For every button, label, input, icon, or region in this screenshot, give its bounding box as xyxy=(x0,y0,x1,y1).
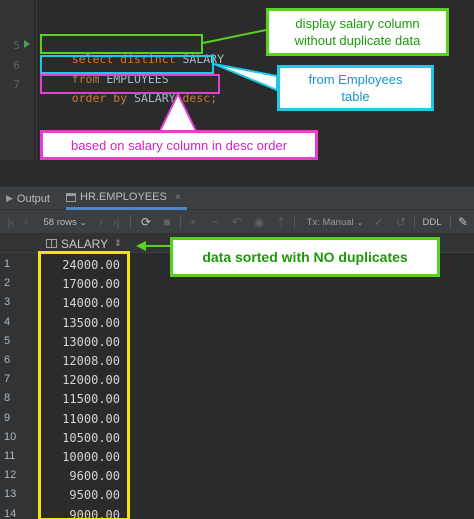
row-number: 2 xyxy=(4,277,11,290)
row-number: 9 xyxy=(4,411,11,424)
run-gutter-icon[interactable] xyxy=(24,40,30,48)
panel-separator xyxy=(0,160,474,186)
row-number: 7 xyxy=(4,373,11,386)
commit-icon[interactable]: ✓ xyxy=(372,214,386,230)
last-page-icon[interactable]: ›| xyxy=(109,214,123,230)
line-number: 6 xyxy=(13,59,20,72)
rows-count-label: 58 rows xyxy=(43,216,77,228)
delete-row-icon[interactable]: − xyxy=(208,214,222,230)
line-number: 7 xyxy=(13,78,20,91)
eye-icon[interactable]: ◉ xyxy=(252,214,266,230)
toolbar-divider xyxy=(294,215,295,229)
column-icon xyxy=(46,239,57,248)
row-number: 12 xyxy=(4,469,17,482)
from-callout: from Employees table xyxy=(277,65,434,111)
results-toolbar: |‹ ‹ 58 rows ⌄ › ›| ⟳ ■ + − ↶ ◉ ⇡ Tx: Ma… xyxy=(0,210,474,234)
order-callout: based on salary column in desc order xyxy=(40,130,318,160)
row-number: 13 xyxy=(4,488,17,501)
row-number: 5 xyxy=(4,334,11,347)
column-header-label: SALARY xyxy=(61,236,109,251)
tab-hr-employees[interactable]: HR.EMPLOYEES × xyxy=(66,187,187,210)
salary-column-highlight xyxy=(38,251,130,519)
result-callout-text: data sorted with NO duplicates xyxy=(202,248,408,265)
first-page-icon[interactable]: |‹ xyxy=(4,214,18,230)
refresh-icon[interactable]: ⟳ xyxy=(138,214,154,230)
row-number: 10 xyxy=(4,430,17,443)
tx-mode-dropdown[interactable]: Tx: Manual ⌄ xyxy=(304,214,366,230)
toolbar-divider xyxy=(414,215,415,229)
toolbar-divider xyxy=(180,215,181,229)
table-icon xyxy=(66,192,76,202)
sort-icon[interactable]: ⇕ xyxy=(114,238,122,249)
chevron-down-icon: ⌄ xyxy=(356,217,364,227)
select-callout-text: display salary column without duplicate … xyxy=(294,16,421,48)
order-highlight-box xyxy=(40,74,220,94)
line-number: 5 xyxy=(13,39,20,52)
results-grid: SALARY ⇕ 1 24000.00 2 17000.00 3 14000.00 4 135… xyxy=(0,234,474,519)
row-number: 11 xyxy=(4,450,16,462)
toolbar-divider xyxy=(450,215,451,229)
from-highlight-box xyxy=(40,55,214,74)
row-number: 8 xyxy=(4,392,11,405)
stop-icon[interactable]: ■ xyxy=(160,214,174,230)
row-number: 4 xyxy=(4,315,11,328)
tx-mode-label: Tx: Manual xyxy=(306,216,354,228)
pin-icon[interactable]: ✎ xyxy=(456,214,470,230)
revert-icon[interactable]: ↶ xyxy=(230,214,244,230)
row-number: 3 xyxy=(4,296,11,309)
rows-count-dropdown[interactable]: 58 rows ⌄ xyxy=(40,214,90,230)
tab-output-label: Output xyxy=(16,192,50,205)
select-callout: display salary column without duplicate … xyxy=(266,8,449,56)
previous-page-icon[interactable]: ‹ xyxy=(20,214,32,230)
toolbar-divider xyxy=(130,215,131,229)
output-icon: ▶ xyxy=(6,193,13,203)
tab-output[interactable]: ▶ Output xyxy=(6,187,50,210)
ddl-button[interactable]: DDL xyxy=(420,214,444,230)
editor-divider xyxy=(36,0,37,160)
editor-gutter: 5 6 7 xyxy=(0,0,34,160)
submit-icon[interactable]: ⇡ xyxy=(274,214,288,230)
close-icon[interactable]: × xyxy=(175,192,181,203)
row-number: 1 xyxy=(4,258,11,270)
rollback-icon[interactable]: ↺ xyxy=(394,214,408,230)
row-number: 14 xyxy=(4,507,17,519)
results-tabbar: ▶ Output HR.EMPLOYEES × xyxy=(0,186,474,210)
row-number: 6 xyxy=(4,354,11,366)
add-row-icon[interactable]: + xyxy=(186,214,200,230)
result-callout: data sorted with NO duplicates xyxy=(170,237,440,277)
select-highlight-box xyxy=(40,34,203,54)
next-page-icon[interactable]: › xyxy=(95,214,107,230)
tab-hr-employees-label: HR.EMPLOYEES xyxy=(80,191,167,203)
from-callout-text: from Employees table xyxy=(308,72,403,104)
sql-editor[interactable]: 5 6 7 select distinct SALARY from EMPLOY… xyxy=(0,0,474,160)
order-callout-text: based on salary column in desc order xyxy=(70,137,288,153)
chevron-down-icon: ⌄ xyxy=(79,217,87,227)
